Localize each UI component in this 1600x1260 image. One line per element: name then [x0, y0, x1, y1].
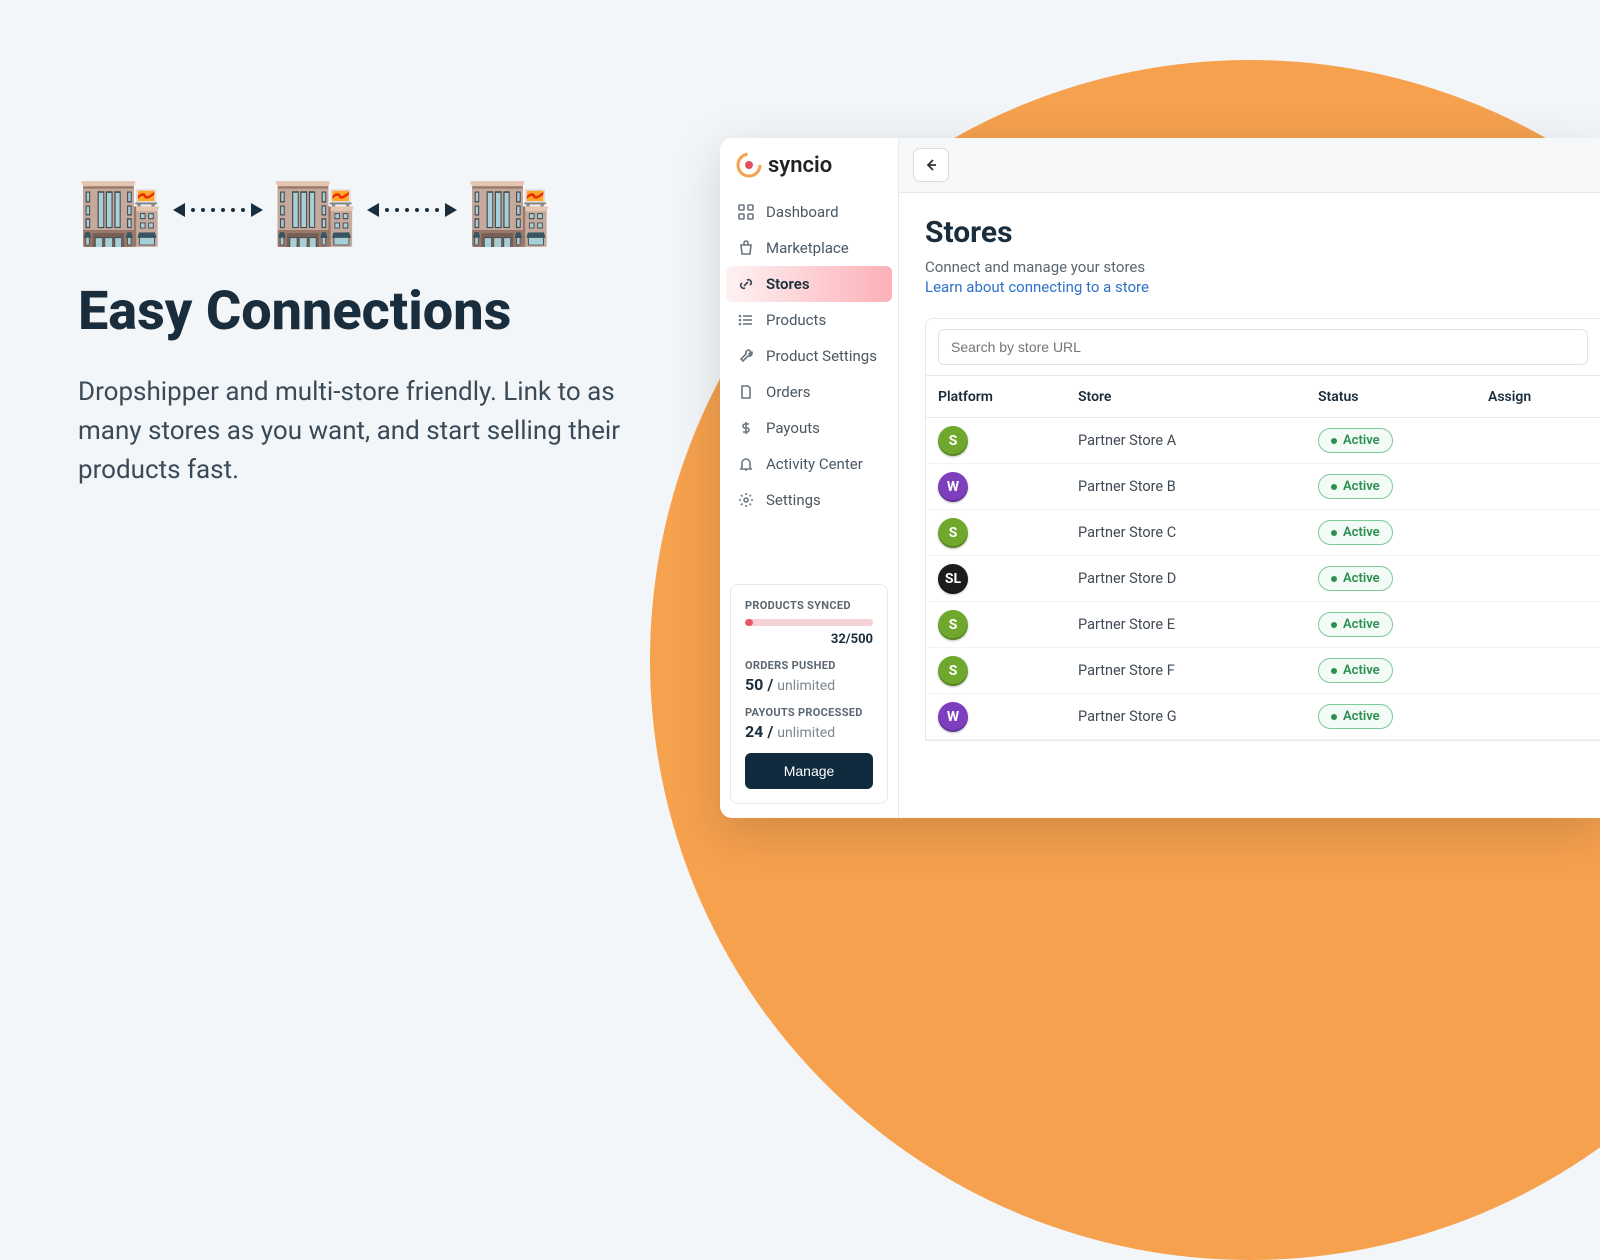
payouts-processed-label: PAYOUTS PROCESSED: [745, 706, 873, 719]
status-badge: Active: [1318, 612, 1393, 637]
products-progress: [745, 619, 873, 626]
products-progress-text: 32/500: [745, 632, 873, 647]
nav-label: Payouts: [766, 419, 820, 437]
store-name: Partner Store F: [1078, 662, 1318, 679]
platform-badge: S: [938, 610, 968, 640]
platform-badge: W: [938, 472, 968, 502]
nav-orders[interactable]: Orders: [726, 374, 892, 410]
nav-label: Orders: [766, 383, 811, 401]
store-name: Partner Store C: [1078, 524, 1318, 541]
table-row[interactable]: S Partner Store FActive: [926, 648, 1600, 694]
nav-label: Products: [766, 311, 826, 329]
bell-icon: [738, 456, 754, 472]
back-button[interactable]: [913, 148, 949, 182]
platform-badge: W: [938, 702, 968, 732]
wrench-icon: [738, 348, 754, 364]
status-badge: Active: [1318, 474, 1393, 499]
nav-stores[interactable]: Stores: [726, 266, 892, 302]
bidirectional-arrow-icon: [367, 203, 457, 217]
store-name: Partner Store A: [1078, 432, 1318, 449]
status-badge: Active: [1318, 704, 1393, 729]
building-icon: 🏬: [273, 170, 358, 250]
marketing-panel: 🏬 🏬 🏬 Easy Connections Dropshipper and m…: [78, 170, 638, 490]
gear-icon: [738, 492, 754, 508]
nav-dashboard[interactable]: Dashboard: [726, 194, 892, 230]
table-row[interactable]: SL Partner Store DActive: [926, 556, 1600, 602]
dollar-icon: [738, 420, 754, 436]
platform-badge: S: [938, 656, 968, 686]
store-name: Partner Store B: [1078, 478, 1318, 495]
nav-marketplace[interactable]: Marketplace: [726, 230, 892, 266]
marketing-body: Dropshipper and multi-store friendly. Li…: [78, 373, 638, 490]
list-icon: [738, 312, 754, 328]
products-synced-label: PRODUCTS SYNCED: [745, 599, 873, 612]
platform-badge: S: [938, 426, 968, 456]
nav-label: Settings: [766, 491, 821, 509]
payouts-processed-value: 24 / unlimited: [745, 722, 873, 741]
table-row[interactable]: W Partner Store BActive: [926, 464, 1600, 510]
table-head: Platform Store Status Assign: [926, 376, 1600, 418]
brand: syncio: [720, 138, 898, 188]
file-icon: [738, 384, 754, 400]
sidebar: syncio Dashboard Marketplace Stores Prod…: [720, 138, 899, 818]
nav-products[interactable]: Products: [726, 302, 892, 338]
building-diagram: 🏬 🏬 🏬: [78, 170, 638, 250]
store-name: Partner Store G: [1078, 708, 1318, 725]
table-row[interactable]: S Partner Store CActive: [926, 510, 1600, 556]
app-window: syncio Dashboard Marketplace Stores Prod…: [720, 138, 1600, 818]
bidirectional-arrow-icon: [173, 203, 263, 217]
col-status: Status: [1318, 389, 1488, 405]
nav-activity[interactable]: Activity Center: [726, 446, 892, 482]
table-row[interactable]: W Partner Store GActive: [926, 694, 1600, 740]
status-badge: Active: [1318, 658, 1393, 683]
nav-settings[interactable]: Settings: [726, 482, 892, 518]
stores-table: Platform Store Status Assign S Partner St…: [925, 318, 1600, 741]
platform-badge: SL: [938, 564, 968, 594]
col-store: Store: [1078, 389, 1318, 405]
marketing-heading: Easy Connections: [78, 280, 638, 343]
brand-logo-icon: [736, 152, 762, 178]
stats-card: PRODUCTS SYNCED 32/500 ORDERS PUSHED 50 …: [730, 584, 888, 804]
nav-payouts[interactable]: Payouts: [726, 410, 892, 446]
col-assign: Assign: [1488, 389, 1588, 405]
orders-pushed-value: 50 / unlimited: [745, 675, 873, 694]
table-row[interactable]: S Partner Store EActive: [926, 602, 1600, 648]
topbar: [899, 138, 1600, 193]
nav-list: Dashboard Marketplace Stores Products Pr…: [720, 188, 898, 524]
col-platform: Platform: [938, 389, 1078, 405]
store-name: Partner Store E: [1078, 616, 1318, 633]
status-badge: Active: [1318, 520, 1393, 545]
store-name: Partner Store D: [1078, 570, 1318, 587]
grid-icon: [738, 204, 754, 220]
main-area: Stores Connect and manage your stores Le…: [899, 138, 1600, 818]
nav-label: Activity Center: [766, 455, 863, 473]
nav-label: Marketplace: [766, 239, 849, 257]
search-row: [926, 319, 1600, 376]
search-input[interactable]: [938, 329, 1588, 365]
content: Stores Connect and manage your stores Le…: [899, 193, 1600, 818]
page-subtitle: Connect and manage your stores: [925, 258, 1600, 276]
table-body: SPartner Store AActiveWPartner Store BAc…: [926, 418, 1600, 740]
brand-name: syncio: [768, 153, 832, 178]
building-icon: 🏬: [467, 170, 552, 250]
manage-button[interactable]: Manage: [745, 753, 873, 789]
status-badge: Active: [1318, 566, 1393, 591]
orders-pushed-label: ORDERS PUSHED: [745, 659, 873, 672]
bag-icon: [738, 240, 754, 256]
nav-product-settings[interactable]: Product Settings: [726, 338, 892, 374]
arrow-left-icon: [923, 157, 939, 173]
nav-label: Stores: [766, 275, 810, 293]
learn-link[interactable]: Learn about connecting to a store: [925, 278, 1149, 296]
platform-badge: S: [938, 518, 968, 548]
status-badge: Active: [1318, 428, 1393, 453]
nav-label: Product Settings: [766, 347, 877, 365]
link-icon: [738, 276, 754, 292]
building-icon: 🏬: [78, 170, 163, 250]
table-row[interactable]: S Partner Store AActive: [926, 418, 1600, 464]
nav-label: Dashboard: [766, 203, 839, 221]
page-title: Stores: [925, 215, 1600, 250]
